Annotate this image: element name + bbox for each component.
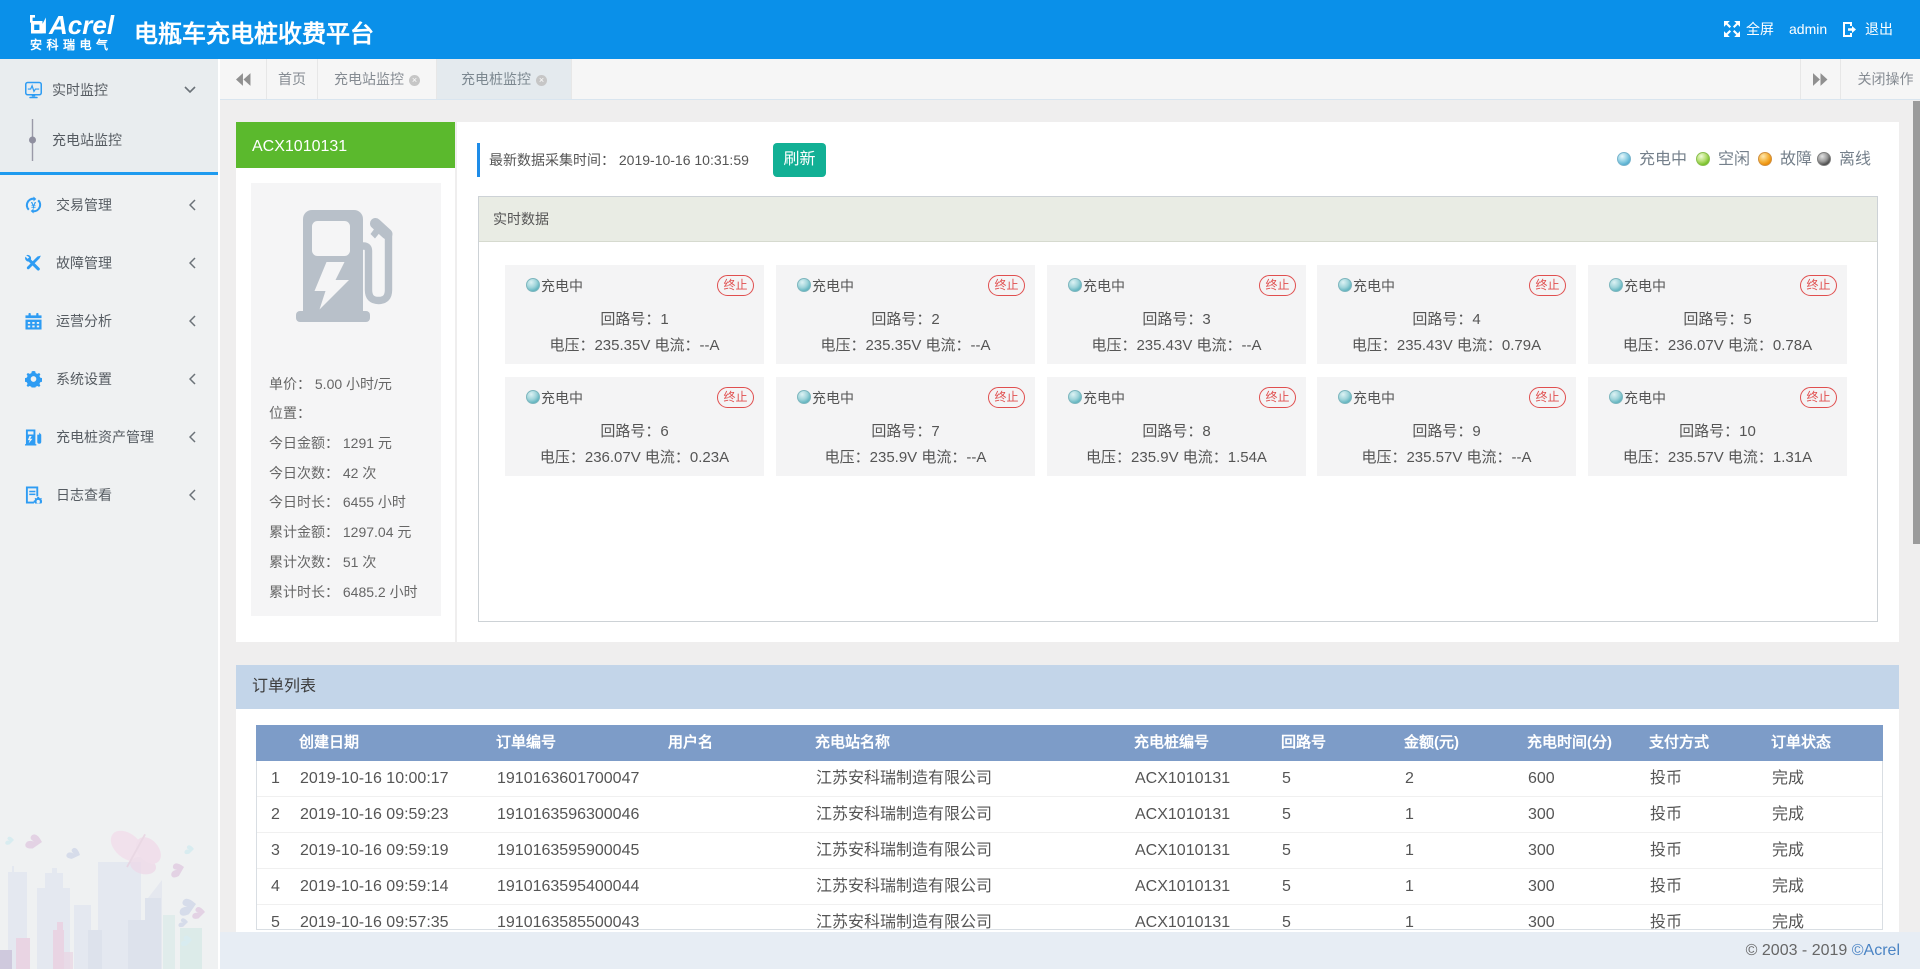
svg-text:¥: ¥ [31, 200, 37, 211]
